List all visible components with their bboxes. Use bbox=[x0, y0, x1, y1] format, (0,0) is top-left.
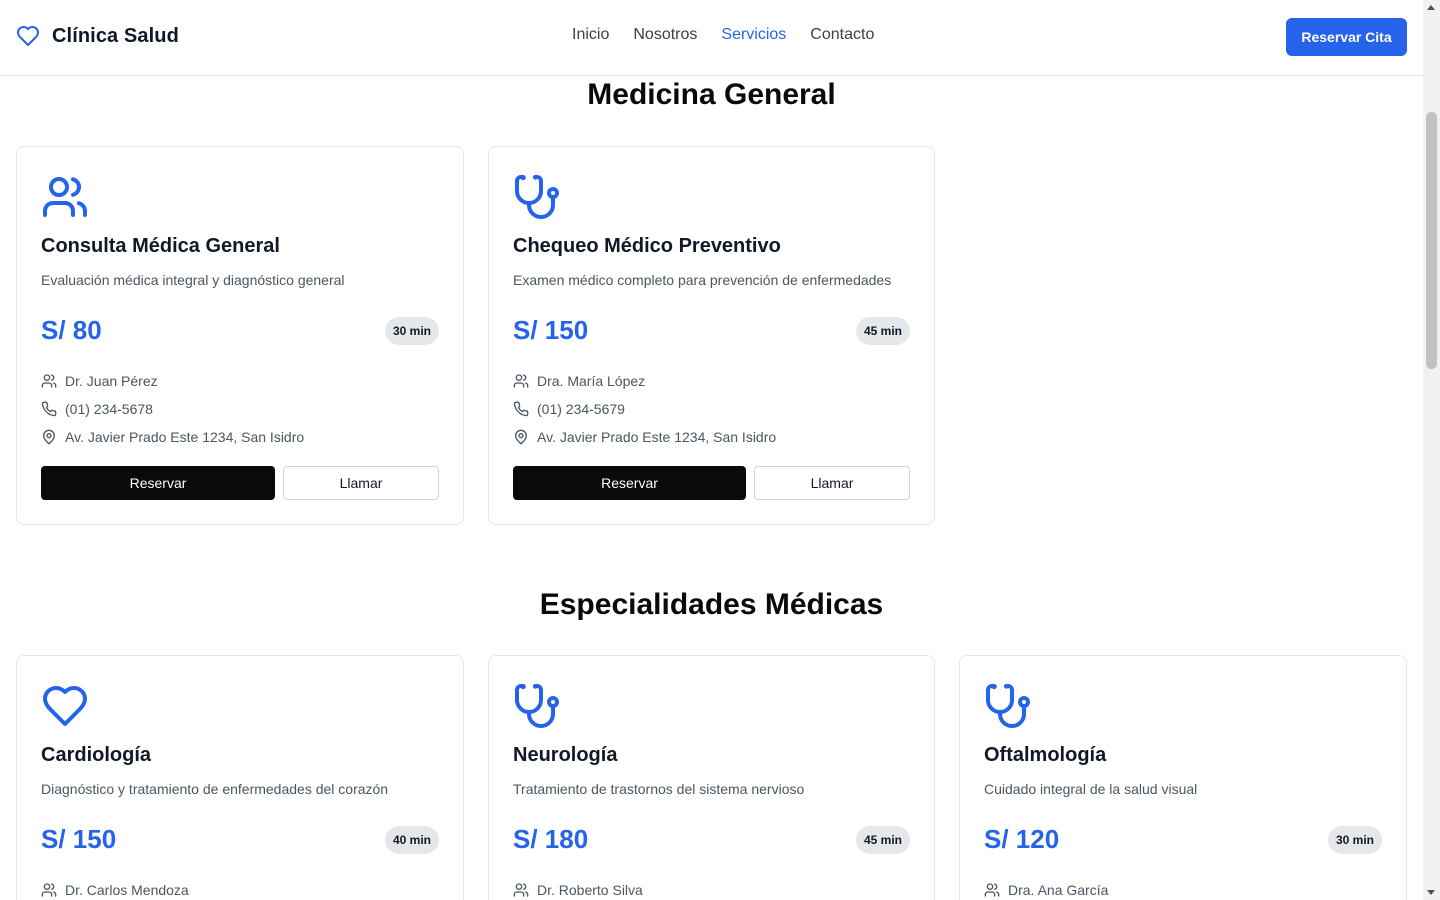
nav-inicio[interactable]: Inicio bbox=[572, 26, 609, 44]
duration-badge: 30 min bbox=[1327, 826, 1382, 854]
phone-number: (01) 234-5678 bbox=[65, 401, 153, 417]
stethoscope-icon bbox=[515, 684, 559, 728]
doctor-name: Dr. Roberto Silva bbox=[537, 882, 643, 898]
service-description: Evaluación médica integral y diagnóstico… bbox=[41, 272, 345, 288]
phone-row: (01) 234-5679 bbox=[513, 401, 625, 417]
service-card-consulta-general: Consulta Médica General Evaluación médic… bbox=[16, 146, 464, 525]
phone-row: (01) 234-5678 bbox=[41, 401, 153, 417]
page-scrollbar[interactable] bbox=[1423, 0, 1440, 900]
address: Av. Javier Prado Este 1234, San Isidro bbox=[65, 429, 305, 445]
heart-icon bbox=[43, 686, 87, 726]
duration-badge: 30 min bbox=[384, 317, 439, 345]
reservar-button[interactable]: Reservar bbox=[41, 466, 275, 500]
section-title-especialidades: Especialidades Médicas bbox=[539, 588, 884, 621]
service-price: S/ 180 bbox=[513, 824, 589, 854]
phone-icon bbox=[513, 401, 529, 417]
users-icon bbox=[43, 177, 87, 217]
map-pin-icon bbox=[515, 429, 527, 445]
site-header: Clínica Salud Inicio Nosotros Servicios … bbox=[0, 0, 1423, 76]
llamar-button[interactable]: Llamar bbox=[283, 466, 439, 500]
doctor-row: Dr. Carlos Mendoza bbox=[41, 882, 189, 898]
address-row: Av. Javier Prado Este 1234, San Isidro bbox=[41, 429, 304, 445]
nav-contacto[interactable]: Contacto bbox=[810, 26, 874, 44]
scroll-up-arrow-icon[interactable] bbox=[1427, 5, 1435, 10]
service-title: Consulta Médica General bbox=[41, 235, 280, 257]
service-description: Tratamiento de trastornos del sistema ne… bbox=[513, 781, 805, 797]
reservar-cita-button[interactable]: Reservar Cita bbox=[1286, 18, 1407, 56]
section-title-medicina-general: Medicina General bbox=[587, 78, 836, 111]
service-price: S/ 150 bbox=[513, 315, 589, 345]
map-pin-icon bbox=[43, 429, 55, 445]
brand-logo[interactable]: Clínica Salud bbox=[16, 24, 179, 48]
doctor-row: Dra. Ana García bbox=[984, 882, 1108, 898]
user-icon bbox=[41, 883, 57, 897]
heart-icon bbox=[17, 26, 39, 46]
stethoscope-icon bbox=[986, 684, 1030, 728]
phone-number: (01) 234-5679 bbox=[537, 401, 625, 417]
service-description: Cuidado integral de la salud visual bbox=[984, 781, 1198, 797]
service-title: Chequeo Médico Preventivo bbox=[513, 235, 781, 257]
user-icon bbox=[513, 883, 529, 897]
service-title: Cardiología bbox=[41, 744, 152, 766]
service-title: Neurología bbox=[513, 744, 618, 766]
service-card-chequeo-preventivo: Chequeo Médico Preventivo Examen médico … bbox=[488, 146, 935, 525]
stethoscope-icon bbox=[515, 175, 559, 219]
doctor-name: Dr. Carlos Mendoza bbox=[65, 882, 189, 898]
doctor-row: Dra. María López bbox=[513, 373, 645, 389]
user-icon bbox=[513, 374, 529, 388]
service-price: S/ 80 bbox=[41, 315, 102, 345]
main-nav: Inicio Nosotros Servicios Contacto bbox=[572, 26, 874, 44]
duration-badge: 45 min bbox=[855, 826, 910, 854]
doctor-row: Dr. Juan Pérez bbox=[41, 373, 158, 389]
doctor-name: Dr. Juan Pérez bbox=[65, 373, 158, 389]
service-card-oftalmologia: Oftalmología Cuidado integral de la salu… bbox=[959, 655, 1407, 900]
service-description: Examen médico completo para prevención d… bbox=[513, 272, 892, 288]
user-icon bbox=[984, 883, 1000, 897]
user-icon bbox=[41, 374, 57, 388]
doctor-name: Dra. María López bbox=[537, 373, 646, 389]
service-title: Oftalmología bbox=[984, 744, 1107, 766]
nav-servicios[interactable]: Servicios bbox=[721, 26, 786, 44]
scrollbar-thumb[interactable] bbox=[1426, 112, 1437, 369]
address-row: Av. Javier Prado Este 1234, San Isidro bbox=[513, 429, 776, 445]
duration-badge: 45 min bbox=[855, 317, 910, 345]
doctor-row: Dr. Roberto Silva bbox=[513, 882, 643, 898]
service-price: S/ 120 bbox=[984, 824, 1060, 854]
service-card-cardiologia: Cardiología Diagnóstico y tratamiento de… bbox=[16, 655, 464, 900]
doctor-name: Dra. Ana García bbox=[1008, 882, 1109, 898]
scroll-down-arrow-icon[interactable] bbox=[1427, 890, 1435, 895]
brand-name: Clínica Salud bbox=[52, 24, 179, 47]
llamar-button[interactable]: Llamar bbox=[754, 466, 910, 500]
address: Av. Javier Prado Este 1234, San Isidro bbox=[537, 429, 777, 445]
duration-badge: 40 min bbox=[384, 826, 439, 854]
phone-icon bbox=[41, 401, 57, 417]
nav-nosotros[interactable]: Nosotros bbox=[633, 26, 697, 44]
service-card-neurologia: Neurología Tratamiento de trastornos del… bbox=[488, 655, 935, 900]
service-price: S/ 150 bbox=[41, 824, 117, 854]
service-description: Diagnóstico y tratamiento de enfermedade… bbox=[41, 781, 389, 797]
reservar-button[interactable]: Reservar bbox=[513, 466, 746, 500]
